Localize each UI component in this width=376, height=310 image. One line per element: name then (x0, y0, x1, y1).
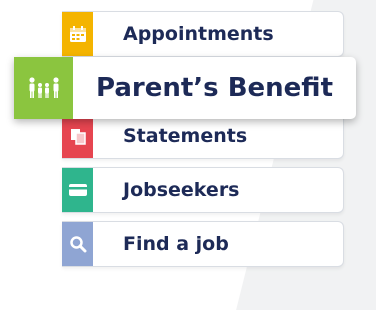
menu-item-label: Jobseekers (123, 179, 240, 201)
menu-item-label: Appointments (123, 23, 274, 45)
menu-item-label: Statements (123, 125, 248, 147)
menu-item-appointments[interactable]: Appointments (62, 11, 344, 57)
menu-item-label: Find a job (123, 233, 229, 255)
menu-item-jobseekers[interactable]: Jobseekers (62, 167, 344, 213)
calendar-icon (69, 26, 86, 42)
card-icon-box (62, 168, 93, 212)
family-icon-box (14, 57, 73, 119)
menu-item-label: Parent’s Benefit (96, 73, 333, 103)
calendar-icon-box (62, 12, 93, 56)
menu-item-statements[interactable]: Statements (62, 113, 344, 159)
documents-icon-box (62, 114, 93, 158)
documents-icon (70, 129, 86, 145)
card-icon (68, 184, 87, 196)
menu-item-parents-benefit[interactable]: Parent’s Benefit (14, 57, 356, 119)
menu-list: Appointments Statements Jobseekers Find … (0, 0, 376, 267)
search-icon-box (62, 222, 93, 266)
family-icon (28, 77, 59, 98)
menu-item-find-a-job[interactable]: Find a job (62, 221, 344, 267)
search-icon (69, 236, 86, 253)
